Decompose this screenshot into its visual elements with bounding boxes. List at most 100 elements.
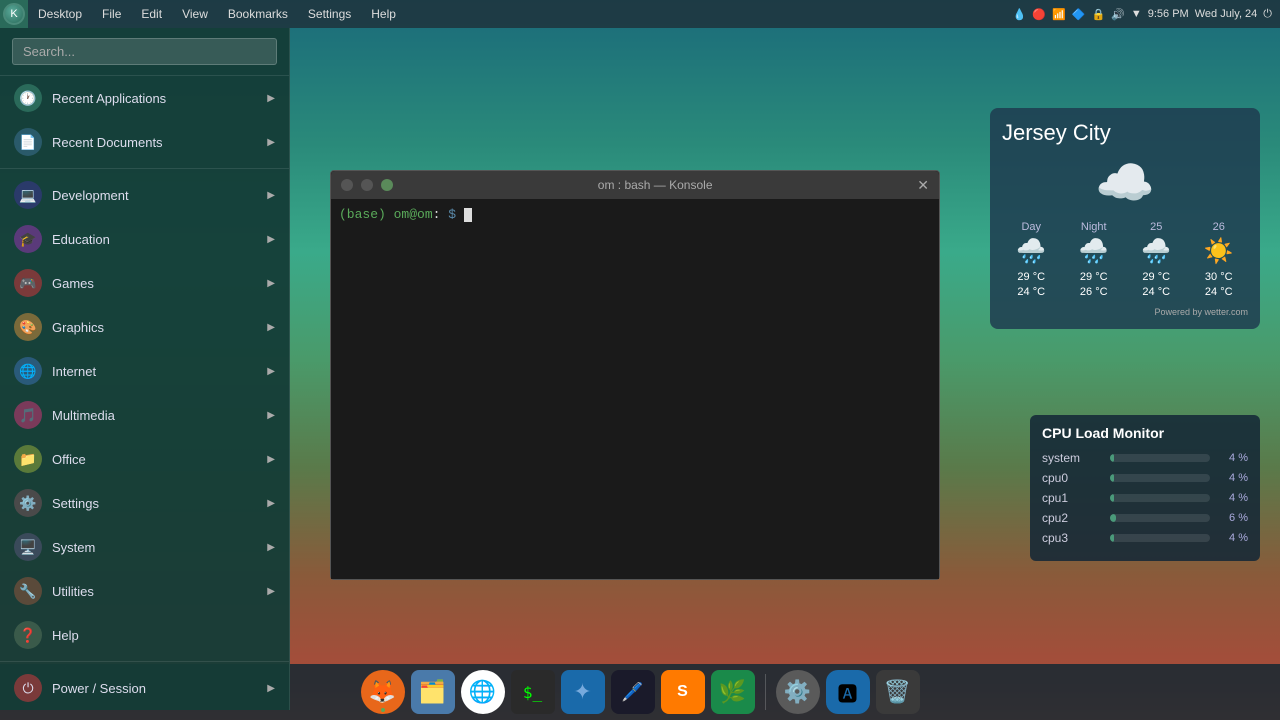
cpu-label-cpu1: cpu1 — [1042, 491, 1102, 505]
dock-icon-trash[interactable]: 🗑️ — [876, 670, 920, 714]
menu-item-office[interactable]: 📁 Office ▶ — [0, 437, 289, 481]
menu-item-graphics[interactable]: 🎨 Graphics ▶ — [0, 305, 289, 349]
utilities-label: Utilities — [52, 584, 267, 599]
games-icon: 🎮 — [14, 269, 42, 297]
settings-icon: ⚙️ — [14, 489, 42, 517]
menu-item-recent-docs[interactable]: 📄 Recent Documents ▶ — [0, 120, 289, 164]
weather-day-1-icon: 🌧️ — [1065, 237, 1124, 266]
education-arrow: ▶ — [267, 234, 275, 245]
bluetooth-icon[interactable]: 🔷 — [1072, 8, 1086, 21]
cpu-row-cpu1: cpu1 4 % — [1042, 491, 1248, 505]
window-close-button[interactable] — [341, 179, 353, 191]
cpu-monitor-title: CPU Load Monitor — [1042, 425, 1248, 441]
dock-dot-firefox — [381, 708, 385, 712]
settings-arrow: ▶ — [267, 498, 275, 509]
games-arrow: ▶ — [267, 278, 275, 289]
dock-icon-settings[interactable]: ⚙️ — [776, 670, 820, 714]
graphics-arrow: ▶ — [267, 322, 275, 333]
power-off-icon[interactable]: ⏻ — [1263, 8, 1272, 21]
dock-icon-sublime[interactable]: S — [661, 670, 705, 714]
menu-item-development[interactable]: 💻 Development ▶ — [0, 173, 289, 217]
cpu-pct-cpu1: 4 % — [1218, 492, 1248, 504]
menu-item-education[interactable]: 🎓 Education ▶ — [0, 217, 289, 261]
dock-icon-appstore[interactable]: 🅰 — [826, 670, 870, 714]
menu-item-system[interactable]: 🖥️ System ▶ — [0, 525, 289, 569]
menu-item-bookmarks[interactable]: Bookmarks — [218, 0, 298, 28]
cpu-bar-cpu0 — [1110, 474, 1114, 482]
menu-item-edit[interactable]: Edit — [131, 0, 172, 28]
menu-item-help[interactable]: ❓ Help — [0, 613, 289, 657]
dock-icon-chrome[interactable]: 🌐 — [461, 670, 505, 714]
dock-icon-vscode[interactable]: ✦ — [561, 670, 605, 714]
kde-logo[interactable]: K — [0, 0, 28, 28]
cpu-label-cpu0: cpu0 — [1042, 471, 1102, 485]
cpu-bar-cpu3-container — [1110, 534, 1210, 542]
weather-day-0-temp: 29 °C24 °C — [1002, 270, 1061, 301]
internet-icon: 🌐 — [14, 357, 42, 385]
konsole-titlebar: om : bash — Konsole ✕ — [331, 171, 939, 199]
dock-icon-firefox[interactable]: 🦊 — [361, 670, 405, 714]
system-icon: 🖥️ — [14, 533, 42, 561]
multimedia-arrow: ▶ — [267, 410, 275, 421]
cpu-row-system: system 4 % — [1042, 451, 1248, 465]
menu-item-help[interactable]: Help — [361, 0, 406, 28]
network-icon[interactable]: 💧 — [1013, 8, 1027, 21]
konsole-body[interactable]: (base) om@om: $ — [331, 199, 939, 579]
menu-item-settings[interactable]: Settings — [298, 0, 361, 28]
search-bar — [0, 28, 289, 76]
search-input[interactable] — [12, 38, 277, 65]
cpu-pct-cpu0: 4 % — [1218, 472, 1248, 484]
dock-icon-sourcetree[interactable]: 🌿 — [711, 670, 755, 714]
system-arrow: ▶ — [267, 542, 275, 553]
volume-icon[interactable]: 🔊 — [1111, 8, 1125, 21]
menu-item-file[interactable]: File — [92, 0, 131, 28]
window-minimize-button[interactable] — [361, 179, 373, 191]
weather-day-0-icon: 🌧️ — [1002, 237, 1061, 266]
konsole-close-icon[interactable]: ✕ — [917, 177, 929, 194]
cpu-bar-cpu1 — [1110, 494, 1114, 502]
weather-day-1-temp: 29 °C26 °C — [1065, 270, 1124, 301]
cpu-row-cpu0: cpu0 4 % — [1042, 471, 1248, 485]
menu-item-multimedia[interactable]: 🎵 Multimedia ▶ — [0, 393, 289, 437]
menu-item-internet[interactable]: 🌐 Internet ▶ — [0, 349, 289, 393]
cpu-pct-system: 4 % — [1218, 452, 1248, 464]
menu-item-settings[interactable]: ⚙️ Settings ▶ — [0, 481, 289, 525]
cpu-label-cpu2: cpu2 — [1042, 511, 1102, 525]
kde-orb-icon: K — [3, 3, 25, 25]
window-maximize-button[interactable] — [381, 179, 393, 191]
multimedia-label: Multimedia — [52, 408, 267, 423]
konsole-prompt-space — [456, 207, 464, 222]
lock-icon[interactable]: 🔒 — [1091, 8, 1105, 21]
settings-label: Settings — [52, 496, 267, 511]
konsole-prompt-host: om — [417, 207, 433, 222]
weather-day-2-temp: 29 °C24 °C — [1127, 270, 1186, 301]
konsole-cursor — [464, 208, 472, 222]
menu-item-power[interactable]: ⏻ Power / Session ▶ — [0, 666, 289, 710]
menu-divider-1 — [0, 168, 289, 169]
power-icon[interactable]: 🔴 — [1032, 8, 1046, 21]
education-label: Education — [52, 232, 267, 247]
menu-item-desktop[interactable]: Desktop — [28, 0, 92, 28]
weather-day-3: 26 ☀️ 30 °C24 °C — [1190, 221, 1249, 301]
dock-icon-files[interactable]: 🗂️ — [411, 670, 455, 714]
weather-day-0-label: Day — [1002, 221, 1061, 233]
cpu-monitor-widget: CPU Load Monitor system 4 % cpu0 4 % cpu… — [1030, 415, 1260, 561]
cpu-label-cpu3: cpu3 — [1042, 531, 1102, 545]
dock-icon-pycharm[interactable]: 🖊️ — [611, 670, 655, 714]
menu-item-utilities[interactable]: 🔧 Utilities ▶ — [0, 569, 289, 613]
cpu-bar-system-container — [1110, 454, 1210, 462]
systray: 💧 🔴 📶 🔷 🔒 🔊 ▼ 9:56 PM Wed July, 24 ⏻ — [1013, 8, 1280, 21]
konsole-window: om : bash — Konsole ✕ (base) om@om: $ — [330, 170, 940, 580]
wifi-icon[interactable]: 📶 — [1052, 8, 1066, 21]
menu-item-games[interactable]: 🎮 Games ▶ — [0, 261, 289, 305]
dock-icon-terminal[interactable]: $_ — [511, 670, 555, 714]
menu-item-view[interactable]: View — [172, 0, 218, 28]
recent-docs-arrow: ▶ — [267, 137, 275, 148]
cpu-bar-cpu2 — [1110, 514, 1116, 522]
cpu-bar-cpu3 — [1110, 534, 1114, 542]
menu-item-recent-apps[interactable]: 🕐 Recent Applications ▶ — [0, 76, 289, 120]
cpu-pct-cpu2: 6 % — [1218, 512, 1248, 524]
konsole-prompt-path: $ — [448, 207, 456, 222]
dropdown-icon[interactable]: ▼ — [1131, 8, 1142, 20]
power-arrow: ▶ — [267, 683, 275, 694]
